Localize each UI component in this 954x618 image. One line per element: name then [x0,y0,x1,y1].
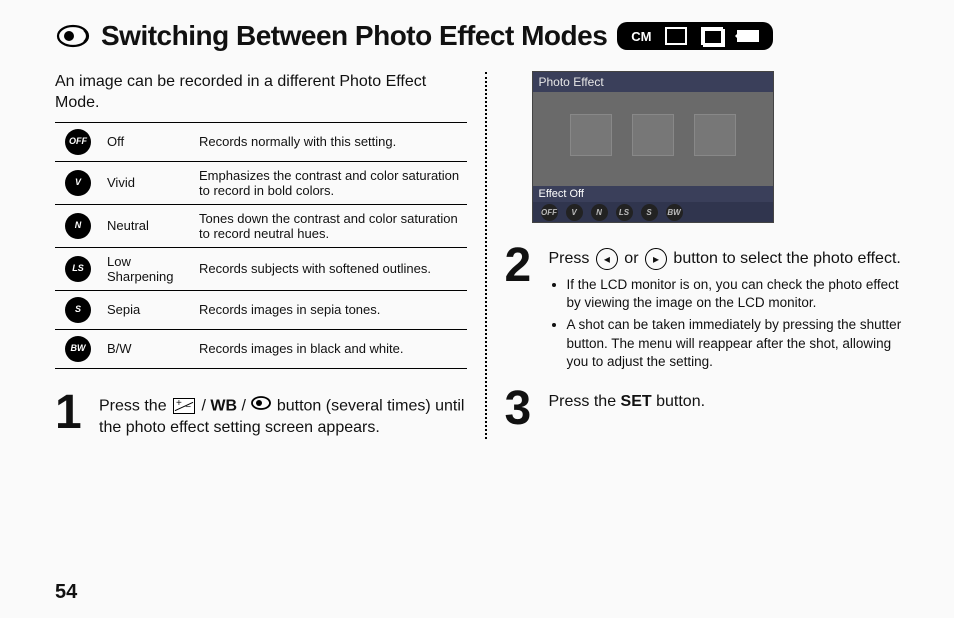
page-header: Switching Between Photo Effect Modes CM [55,20,914,52]
lcd-preview: Photo Effect Effect Off OFF VN LS S BW [533,72,773,222]
step-number: 1 [55,391,87,439]
lcd-status: Effect Off [533,186,773,202]
effect-icon: N [65,213,91,239]
lcd-title: Photo Effect [533,72,773,92]
effect-name: Vivid [101,161,193,204]
effect-desc: Records images in sepia tones. [193,290,467,329]
step-number: 2 [505,244,537,375]
table-row: OFF OffRecords normally with this setting… [55,122,467,161]
lcd-effect-icon: S [641,204,658,221]
effect-icon: V [65,170,91,196]
list-item: If the LCD monitor is on, you can check … [567,276,915,312]
effect-name: Off [101,122,193,161]
table-row: LS Low SharpeningRecords subjects with so… [55,247,467,290]
lcd-effect-icon: LS [616,204,633,221]
lcd-icon-row: OFF VN LS S BW [533,202,773,222]
lcd-effect-icon: V [566,204,583,221]
mode-stitch-icon [701,27,723,45]
effect-desc: Records normally with this setting. [193,122,467,161]
effect-icon: S [65,297,91,323]
step-1: 1 Press the − / WB / button (several tim… [55,391,467,439]
table-row: N NeutralTones down the contrast and colo… [55,204,467,247]
page-title: Switching Between Photo Effect Modes [101,20,607,52]
set-label: SET [621,393,652,410]
effect-name: B/W [101,329,193,368]
step-number: 3 [505,387,537,430]
step2-bullets: If the LCD monitor is on, you can check … [549,276,915,371]
exposure-icon: − [173,398,195,414]
step3-text-b: button. [656,393,705,410]
effect-desc: Tones down the contrast and color satura… [193,204,467,247]
photo-effect-inline-icon [250,395,272,418]
effect-icon: OFF [65,129,91,155]
page-number: 54 [55,581,77,604]
list-item: A shot can be taken immediately by press… [567,316,915,371]
mode-cm-icon: CM [631,29,651,44]
step2-text-a: Press [549,250,594,267]
lcd-effect-icon: BW [666,204,683,221]
effect-icon: BW [65,336,91,362]
step2-mid: or [624,250,643,267]
right-arrow-button-icon: ▸ [645,248,667,270]
left-arrow-button-icon: ◂ [596,248,618,270]
step-2: 2 Press ◂ or ▸ button to select the phot… [505,244,915,375]
effect-name: Low Sharpening [101,247,193,290]
effect-icon: LS [65,256,91,282]
effects-table: OFF OffRecords normally with this setting… [55,122,467,369]
effect-name: Sepia [101,290,193,329]
step-3: 3 Press the SET button. [505,387,915,430]
table-row: S SepiaRecords images in sepia tones. [55,290,467,329]
step3-text-a: Press the [549,393,621,410]
mode-playback-icon [665,27,687,45]
photo-effect-icon [55,23,91,49]
lcd-effect-icon: OFF [541,204,558,221]
mode-movie-icon [737,30,759,42]
effect-desc: Records subjects with softened outlines. [193,247,467,290]
effect-name: Neutral [101,204,193,247]
effect-desc: Records images in black and white. [193,329,467,368]
mode-badges: CM [617,22,773,50]
table-row: V VividEmphasizes the contrast and color … [55,161,467,204]
lcd-effect-icon: N [591,204,608,221]
effect-desc: Emphasizes the contrast and color satura… [193,161,467,204]
table-row: BW B/WRecords images in black and white. [55,329,467,368]
step2-text-b: button to select the photo effect. [673,250,900,267]
intro-text: An image can be recorded in a different … [55,72,467,114]
step1-text-a: Press the [99,397,171,414]
wb-label: WB [210,397,237,414]
